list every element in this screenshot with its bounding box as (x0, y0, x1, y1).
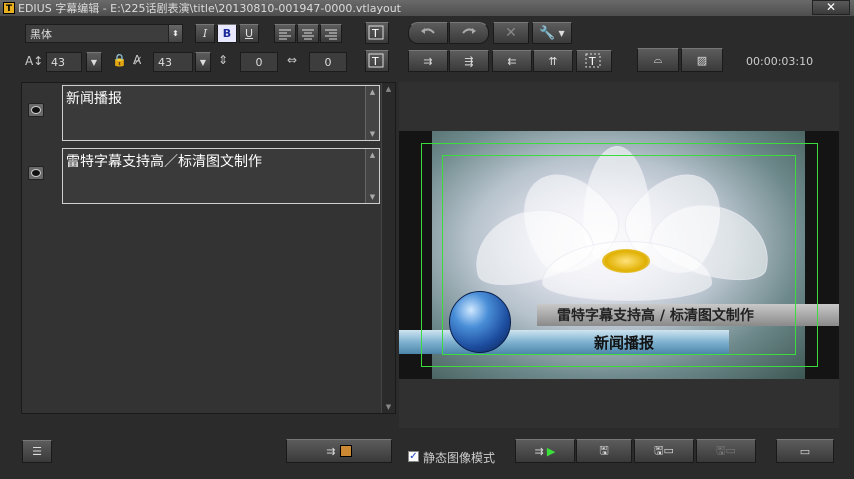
delete-x-icon: ✕ (505, 25, 517, 41)
preview-canvas[interactable]: 雷特字幕支持高 / 标清图文制作 新闻播报 (399, 131, 839, 379)
layout-style-2-button[interactable]: ⇶ (449, 50, 489, 72)
list-view-button[interactable]: ☰ (22, 440, 52, 463)
text-frame-icon: T (368, 25, 384, 40)
text-box-button[interactable]: T (365, 22, 389, 44)
align-left-button[interactable] (274, 24, 296, 43)
save-as-button[interactable]: 🖫▭ (634, 439, 694, 463)
tools-dropdown-button[interactable]: 🔧 ▼ (532, 22, 572, 44)
font-size-dropdown-button[interactable]: ▼ (86, 52, 102, 72)
svg-text:T: T (371, 55, 379, 68)
redo-button[interactable] (449, 22, 489, 44)
char-spacing-icon: ⇔ (287, 53, 298, 67)
scroll-up-icon[interactable]: ▲ (366, 149, 379, 161)
list-icon: ☰ (32, 445, 42, 458)
scroll-down-icon[interactable]: ▼ (366, 128, 379, 140)
text-select-icon: T (585, 53, 601, 68)
char-spacing-field[interactable]: 0 (309, 52, 347, 72)
layout-style-icon: ⇇ (507, 54, 517, 68)
layout-style-icon: ⇶ (464, 54, 474, 68)
bold-button[interactable]: B (217, 24, 237, 43)
font-width-dropdown-button[interactable]: ▼ (195, 52, 211, 72)
line-spacing-field[interactable]: 0 (240, 52, 278, 72)
text-list-panel: 新闻播报 ▲ ▼ 雷特字幕支持高／标清图文制作 ▲ ▼ ▲ ▼ (21, 82, 396, 414)
save-disabled-button[interactable]: 🖫▭ (696, 439, 756, 463)
font-width-field[interactable]: 43 (153, 52, 193, 72)
play-icon: ▶ (546, 444, 556, 458)
align-right-icon (325, 29, 337, 39)
save-as-icon: 🖫▭ (654, 443, 674, 457)
text-row-2[interactable]: 雷特字幕支持高／标清图文制作 ▲ ▼ (62, 148, 380, 204)
window-title: EDIUS 字幕编辑 - E:\225话剧表演\title\20130810-0… (18, 2, 401, 15)
wrench-icon: 🔧 (539, 25, 556, 41)
chevron-down-icon: ▼ (199, 57, 207, 67)
save-icon: 🖫 (599, 443, 609, 457)
safe-area-icon: ⌓ (653, 53, 663, 66)
svg-text:T: T (588, 55, 596, 68)
scroll-down-icon[interactable]: ▼ (366, 191, 379, 203)
layout-style-icon: ⇈ (548, 54, 558, 68)
align-center-button[interactable] (297, 24, 319, 43)
lock-icon: 🔒 (112, 53, 127, 67)
align-right-button[interactable] (320, 24, 342, 43)
delete-button[interactable]: ✕ (493, 22, 529, 44)
play-button[interactable]: ⇉ ▶ (515, 439, 575, 463)
still-mode-checkbox[interactable]: ✓ (408, 451, 419, 462)
scroll-up-icon[interactable]: ▲ (366, 86, 379, 98)
text-select-button[interactable]: T (576, 50, 612, 72)
font-width-icon: A̷ (133, 53, 142, 67)
chevron-down-icon: ▼ (90, 57, 98, 67)
italic-button[interactable]: I (195, 24, 215, 43)
chevron-down-icon: ▼ (558, 28, 565, 38)
layout-style-icon: ⇉ (423, 54, 433, 68)
align-center-icon (302, 29, 314, 39)
text-frame-icon: T (368, 53, 384, 68)
exit-icon: ▭ (799, 444, 811, 458)
layout-style-4-button[interactable]: ⇈ (533, 50, 573, 72)
title-file-icon (339, 445, 352, 457)
export-arrow-icon: ⇉ (326, 444, 336, 458)
chevron-updown-icon: ⬍ (168, 25, 182, 42)
eye-icon[interactable] (28, 103, 44, 117)
safe-area-button[interactable]: ⌓ (637, 48, 679, 72)
undo-button[interactable] (408, 22, 448, 44)
text-row-1[interactable]: 新闻播报 ▲ ▼ (62, 85, 380, 141)
panel-scrollbar[interactable]: ▲ ▼ (381, 83, 395, 413)
grid-icon: ▨ (696, 53, 708, 67)
title-bar: T EDIUS 字幕编辑 - E:\225话剧表演\title\20130810… (0, 0, 854, 16)
scroll-up-icon[interactable]: ▲ (382, 85, 395, 93)
line-spacing-icon: ⇕ (218, 53, 229, 67)
layout-style-1-button[interactable]: ⇉ (408, 50, 448, 72)
redo-icon (462, 28, 476, 34)
row-scrollbar[interactable]: ▲ ▼ (365, 149, 379, 203)
layout-style-3-button[interactable]: ⇇ (492, 50, 532, 72)
svg-text:T: T (371, 27, 379, 40)
text-frame-button[interactable]: T (365, 50, 389, 72)
title-safe-frame (442, 155, 796, 355)
font-select[interactable]: 黑体 ⬍ (25, 24, 183, 43)
save-button[interactable]: 🖫 (576, 439, 632, 463)
export-arrow-icon: ⇉ (534, 444, 544, 458)
eye-icon[interactable] (28, 166, 44, 180)
grid-button[interactable]: ▨ (681, 48, 723, 72)
font-size-field[interactable]: 43 (46, 52, 82, 72)
export-title-button[interactable]: ⇉ (286, 439, 392, 463)
exit-button[interactable]: ▭ (776, 439, 834, 463)
underline-button[interactable]: U (239, 24, 259, 43)
still-mode-label: 静态图像模式 (423, 451, 496, 465)
undo-icon (421, 28, 435, 34)
row-scrollbar[interactable]: ▲ ▼ (365, 86, 379, 140)
timecode: 00:00:03:10 (746, 55, 814, 68)
font-size-icon: A↕ (25, 54, 44, 68)
scroll-down-icon[interactable]: ▼ (382, 403, 395, 411)
align-left-icon (279, 29, 291, 39)
close-button[interactable]: ✕ (812, 0, 850, 15)
app-icon: T (3, 2, 15, 14)
save-icon: 🖫▭ (716, 443, 736, 457)
